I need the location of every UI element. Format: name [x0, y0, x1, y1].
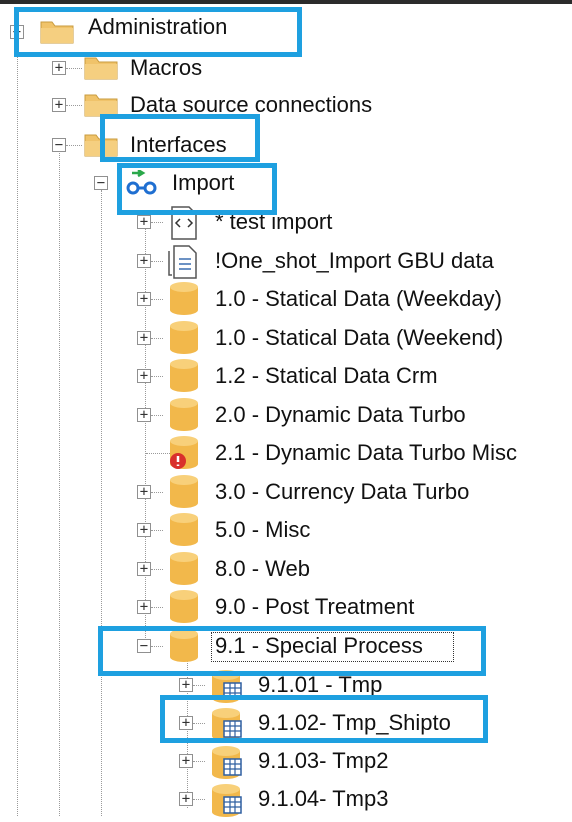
tree-item-3-0-currency-data-turbo-toggle[interactable]: + [137, 484, 151, 499]
tree-connector [193, 723, 205, 724]
database-table-icon [210, 707, 242, 741]
tree-item-1-0-statical-data-weekday-toggle[interactable]: + [137, 292, 151, 306]
tree-guide-line [101, 190, 102, 816]
tree-subitem-9-1-01-tmp-toggle[interactable]: + [179, 678, 193, 692]
tree-connector [151, 337, 163, 339]
tree-connector [66, 68, 82, 69]
tree-item-2-0-dynamic-data-turbo[interactable]: 2.0 - Dynamic Data Turbo [215, 402, 466, 428]
tree-subitem-9-1-03-tmp2-toggle[interactable]: + [179, 754, 193, 768]
tree-item-one-shot-import-gbu-data-toggle[interactable]: + [137, 253, 151, 268]
tree-node-macros-toggle[interactable]: + [52, 61, 66, 75]
tree-connector [151, 260, 163, 262]
tree-subitem-9-1-04-tmp3-toggle[interactable]: + [179, 792, 193, 806]
tree-connector [193, 799, 205, 800]
folder-icon [84, 91, 118, 117]
tree-subitem-9-1-01-tmp[interactable]: 9.1.01 - Tmp [258, 672, 382, 698]
tree-item-one-shot-import-gbu-data[interactable]: !One_shot_Import GBU data [215, 248, 494, 274]
tree-connector [151, 491, 163, 493]
tree-item-1-2-statical-data-crm[interactable]: 1.2 - Statical Data Crm [215, 363, 438, 389]
tree-subitem-9-1-02-tmp-shipto[interactable]: 9.1.02- Tmp_Shipto [258, 710, 451, 736]
tree-subitem-9-1-02-tmp-shipto-toggle[interactable]: + [179, 716, 193, 730]
tree-connector [151, 414, 163, 416]
database-icon [168, 628, 200, 662]
tree-item-2-1-dynamic-data-turbo-misc[interactable]: 2.1 - Dynamic Data Turbo Misc [215, 440, 517, 466]
tree-connector [151, 376, 163, 377]
database-icon [168, 397, 200, 431]
tree-connector [66, 105, 82, 106]
tree-guide-line [17, 40, 18, 816]
database-icon [168, 512, 200, 546]
tree-item-test-import-toggle[interactable]: + [137, 215, 151, 229]
tree-guide-line [59, 150, 60, 816]
database-icon [168, 551, 200, 585]
database-icon [168, 474, 200, 508]
database-error-icon [168, 435, 200, 469]
database-table-icon [210, 669, 242, 703]
tree-connector [146, 453, 170, 454]
tree-item-8-0-web-toggle[interactable]: + [137, 561, 151, 576]
tree-item-1-0-statical-data-weekday[interactable]: 1.0 - Statical Data (Weekday) [215, 286, 502, 312]
tree-item-1-2-statical-data-crm-toggle[interactable]: + [137, 369, 151, 383]
tree-connector [151, 222, 163, 223]
tree-item-9-1-special-process[interactable]: 9.1 - Special Process [215, 633, 423, 659]
database-icon [168, 281, 200, 315]
tree-subitem-9-1-03-tmp2[interactable]: 9.1.03- Tmp2 [258, 748, 388, 774]
window-top-border [0, 0, 572, 4]
code-file-icon [170, 206, 198, 240]
administration-toggle[interactable]: − [10, 25, 24, 39]
tree-guide-line [145, 226, 146, 652]
tree-subitem-9-1-04-tmp3[interactable]: 9.1.04- Tmp3 [258, 786, 388, 812]
tree-node-import[interactable]: Import [172, 170, 234, 196]
tree-node-interfaces-toggle[interactable]: − [52, 138, 66, 152]
database-table-icon [210, 783, 242, 817]
tree-connector [151, 568, 163, 570]
tree-connector [151, 530, 163, 531]
tree-connector [151, 299, 163, 300]
tree-item-8-0-web[interactable]: 8.0 - Web [215, 556, 310, 582]
tree-item-5-0-misc[interactable]: 5.0 - Misc [215, 517, 310, 543]
import-icon [124, 168, 164, 198]
tree-item-5-0-misc-toggle[interactable]: + [137, 523, 151, 537]
tree-item-1-0-statical-data-weekend-toggle[interactable]: + [137, 330, 151, 345]
folder-icon [84, 131, 118, 157]
tree-node-data-source-connections-toggle[interactable]: + [52, 98, 66, 112]
tree-connector [66, 145, 82, 146]
tree-item-test-import[interactable]: * test import [215, 209, 332, 235]
tree-connector [151, 645, 163, 647]
tree-node-interfaces[interactable]: Interfaces [130, 132, 227, 158]
tree-node-data-source-connections[interactable]: Data source connections [130, 92, 372, 118]
tree-connector [193, 761, 205, 762]
tree-item-3-0-currency-data-turbo[interactable]: 3.0 - Currency Data Turbo [215, 479, 469, 505]
database-icon [168, 358, 200, 392]
tree-item-9-1-special-process-toggle[interactable]: − [137, 638, 151, 653]
document-icon [168, 244, 198, 279]
database-icon [168, 589, 200, 623]
tree-connector [151, 607, 163, 608]
database-table-icon [210, 745, 242, 779]
tree-item-9-0-post-treatment[interactable]: 9.0 - Post Treatment [215, 594, 414, 620]
folder-icon [84, 54, 118, 80]
tree-connector [193, 685, 205, 686]
tree-item-9-0-post-treatment-toggle[interactable]: + [137, 600, 151, 614]
tree-item-1-0-statical-data-weekend[interactable]: 1.0 - Statical Data (Weekend) [215, 325, 503, 351]
tree-node-administration[interactable]: Administration [88, 14, 227, 40]
tree-node-macros[interactable]: Macros [130, 55, 202, 81]
database-icon [168, 320, 200, 354]
import-toggle[interactable]: − [94, 176, 108, 190]
tree-item-2-0-dynamic-data-turbo-toggle[interactable]: + [137, 407, 151, 422]
folder-icon [40, 18, 74, 44]
